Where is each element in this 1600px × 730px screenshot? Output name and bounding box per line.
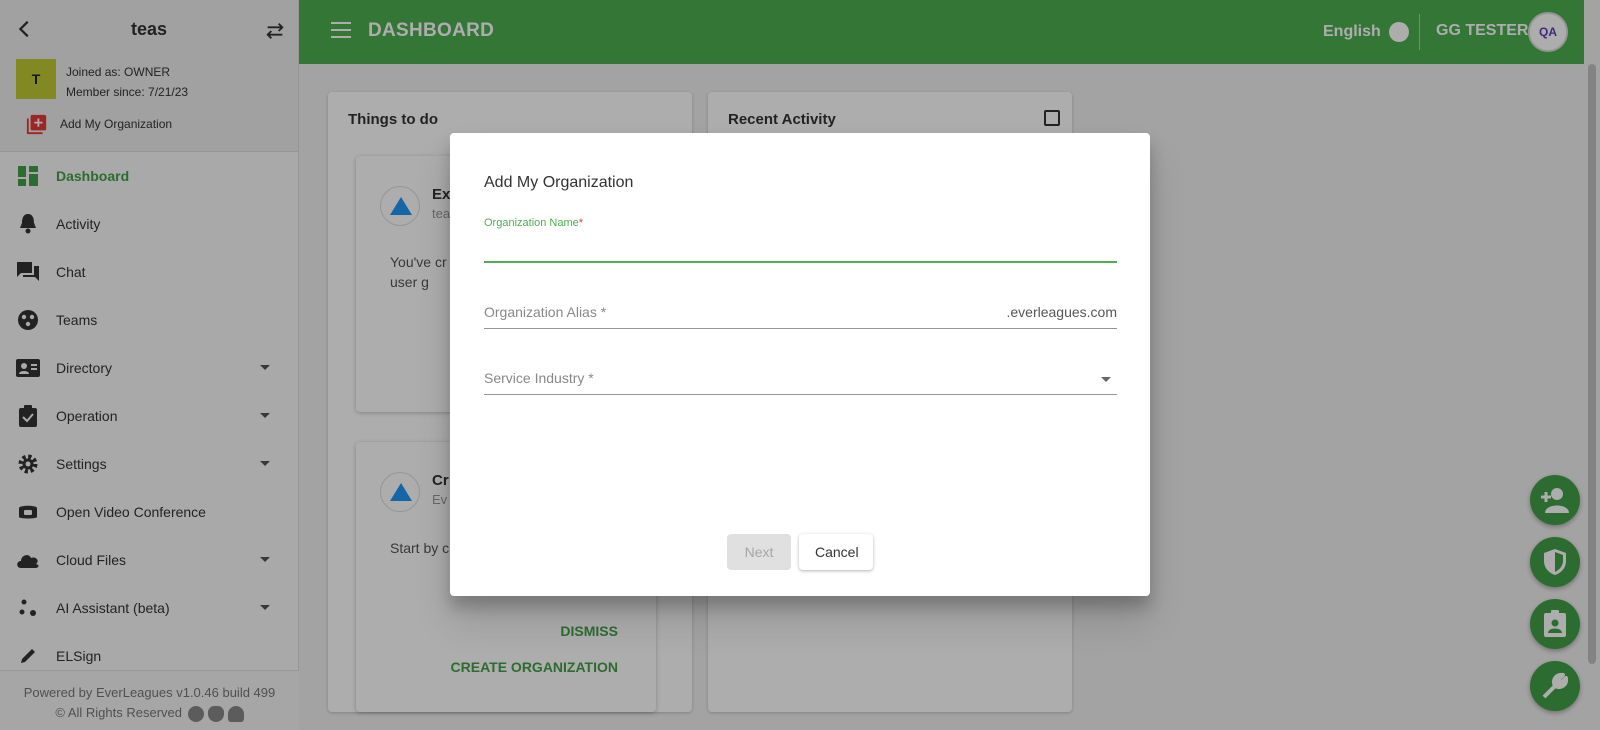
- dialog-title: Add My Organization: [484, 174, 634, 191]
- service-industry-select[interactable]: Service Industry *: [484, 362, 1117, 395]
- add-organization-dialog: Add My Organization Organization Name* .…: [450, 133, 1150, 596]
- organization-name-input[interactable]: [484, 235, 1117, 259]
- organization-name-label: Organization Name*: [484, 217, 584, 229]
- organization-name-field: Organization Name*: [484, 217, 1117, 263]
- organization-alias-input[interactable]: [484, 300, 984, 324]
- alias-domain-suffix: .everleagues.com: [1006, 304, 1117, 320]
- next-button[interactable]: Next: [727, 534, 791, 570]
- dropdown-arrow-icon: [1101, 377, 1111, 382]
- required-marker: *: [578, 217, 584, 229]
- cancel-button[interactable]: Cancel: [799, 534, 873, 570]
- service-industry-placeholder: Service Industry *: [484, 370, 594, 386]
- organization-alias-field: .everleagues.com: [484, 296, 1117, 329]
